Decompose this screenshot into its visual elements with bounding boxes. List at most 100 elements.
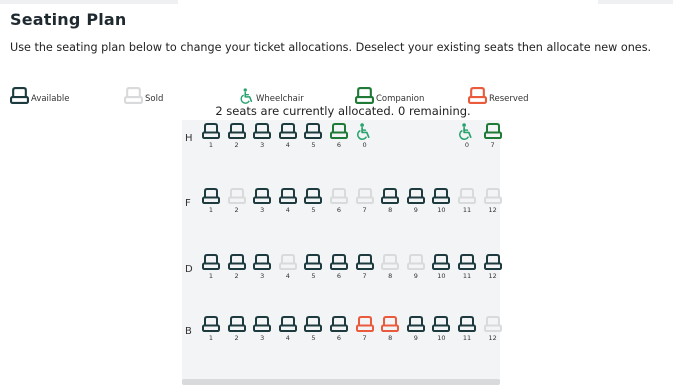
seat-number: 4 [285,141,290,149]
seat-number: 3 [260,334,265,342]
legend-reserved: Reserved [468,86,529,104]
available-seat[interactable]: 9 [406,316,426,344]
sold-seat: 6 [329,188,349,216]
seat-number: 10 [437,206,446,214]
seat-number: 11 [462,334,472,342]
companion-seat[interactable]: 6 [329,123,349,151]
available-seat[interactable]: 11 [457,316,477,344]
seat-number: 11 [462,272,472,280]
seat-number: 9 [413,272,418,280]
available-seat[interactable]: 6 [329,254,349,282]
wheelchair-icon [240,88,256,104]
available-seat[interactable]: 5 [303,254,323,282]
wheelchair-seat-icon[interactable]: 0 [355,123,375,151]
available-seat[interactable]: 3 [252,316,272,344]
seat-number: 4 [285,334,290,342]
seating-plan-map[interactable]: H 1 2 3 4 5 6 0 0 7 F 1 2 3 4 5 6 7 8 9 10 11 12 D 1 2 3 4 5 6 7 8 9 10 11… [182,120,503,382]
available-seat[interactable]: 2 [227,316,247,344]
companion-seat[interactable]: 7 [483,123,503,151]
seat-number: 3 [260,206,265,214]
seat-number: 9 [413,206,418,214]
available-seat[interactable]: 1 [201,316,221,344]
companion-seat-icon [355,87,376,104]
seat-number: 1 [208,272,214,280]
available-seat[interactable]: 3 [252,254,272,282]
sold-seat: 11 [457,188,477,216]
available-seat[interactable]: 10 [431,254,451,282]
seat-row-f: F 1 2 3 4 5 6 7 8 9 10 11 12 [182,188,503,216]
allocation-status: 2 seats are currently allocated. 0 remai… [215,104,471,118]
seat-number: 5 [311,141,316,149]
available-seat[interactable]: 8 [380,188,400,216]
seat-row-b: B 1 2 3 4 5 6 7 8 9 10 11 12 [182,316,502,344]
seat-number: 8 [388,272,393,280]
available-seat[interactable]: 4 [278,188,298,216]
seat-number: 2 [234,272,239,280]
reserved-seat: 7 [355,316,375,344]
wheelchair-seat-icon[interactable]: 0 [457,123,477,151]
horizontal-scrollbar[interactable] [182,379,500,385]
legend-label: Companion [376,94,425,104]
sold-seat-icon [124,87,145,104]
seat-number: 12 [488,334,497,342]
available-seat[interactable]: 1 [201,254,221,282]
sold-seat: 7 [355,188,375,216]
seat-number: 3 [260,141,265,149]
available-seat[interactable]: 1 [201,188,221,216]
available-seat[interactable]: 10 [431,188,451,216]
available-seat[interactable]: 3 [252,123,272,151]
seat-number: 11 [462,206,472,214]
available-seat[interactable]: 2 [227,123,247,151]
available-seat[interactable]: 10 [431,316,451,344]
seat-number: 4 [285,206,290,214]
legend-label: Wheelchair [256,94,304,104]
legend-available: Available [10,86,69,104]
available-seat[interactable]: 12 [483,254,503,282]
available-seat[interactable]: 3 [252,188,272,216]
available-seat[interactable]: 5 [303,316,323,344]
seat-number: 7 [362,206,367,214]
seat-row-d: D 1 2 3 4 5 6 7 8 9 10 11 12 [182,254,503,282]
seat-number: 2 [234,334,239,342]
legend-wheelchair: Wheelchair [240,86,304,104]
seat-legend: Available Sold Wheelchair Companion Rese… [0,86,673,106]
seat-number: 5 [311,206,316,214]
sold-seat: 2 [227,188,247,216]
available-seat[interactable]: 5 [303,123,323,151]
sold-seat: 8 [380,254,400,282]
available-seat[interactable]: 5 [303,188,323,216]
seat-number: 5 [311,334,316,342]
legend-label: Sold [145,94,164,104]
seat-number: 5 [311,272,316,280]
legend-companion: Companion [355,86,424,104]
top-tab-strip-right [598,0,673,4]
seat-number: 4 [285,272,290,280]
seat-number: 10 [437,334,446,342]
seat-number: 8 [388,334,393,342]
seat-number: 6 [336,141,342,149]
seat-number: 7 [362,334,367,342]
available-seat[interactable]: 4 [278,316,298,344]
available-seat[interactable]: 2 [227,254,247,282]
seat-number: 6 [336,334,342,342]
available-seat[interactable]: 11 [457,254,477,282]
available-seat[interactable]: 6 [329,316,349,344]
seat-number: 3 [260,272,265,280]
available-seat[interactable]: 7 [355,254,375,282]
available-seat[interactable]: 1 [201,123,221,151]
available-seat[interactable]: 4 [278,123,298,151]
seat-number: 7 [490,141,495,149]
legend-label: Reserved [489,94,529,104]
row-letter: F [185,198,191,209]
available-seat[interactable]: 9 [406,188,426,216]
row-letter: H [185,133,193,144]
row-letter: B [185,326,192,337]
sold-seat: 12 [483,188,503,216]
page-title: Seating Plan [10,10,127,29]
legend-label: Available [31,94,70,104]
reserved-seat: 8 [380,316,400,344]
seat-number: 12 [488,206,497,214]
seat-number: 2 [234,206,239,214]
seat-number: 6 [336,206,342,214]
seat-number: 1 [208,206,214,214]
